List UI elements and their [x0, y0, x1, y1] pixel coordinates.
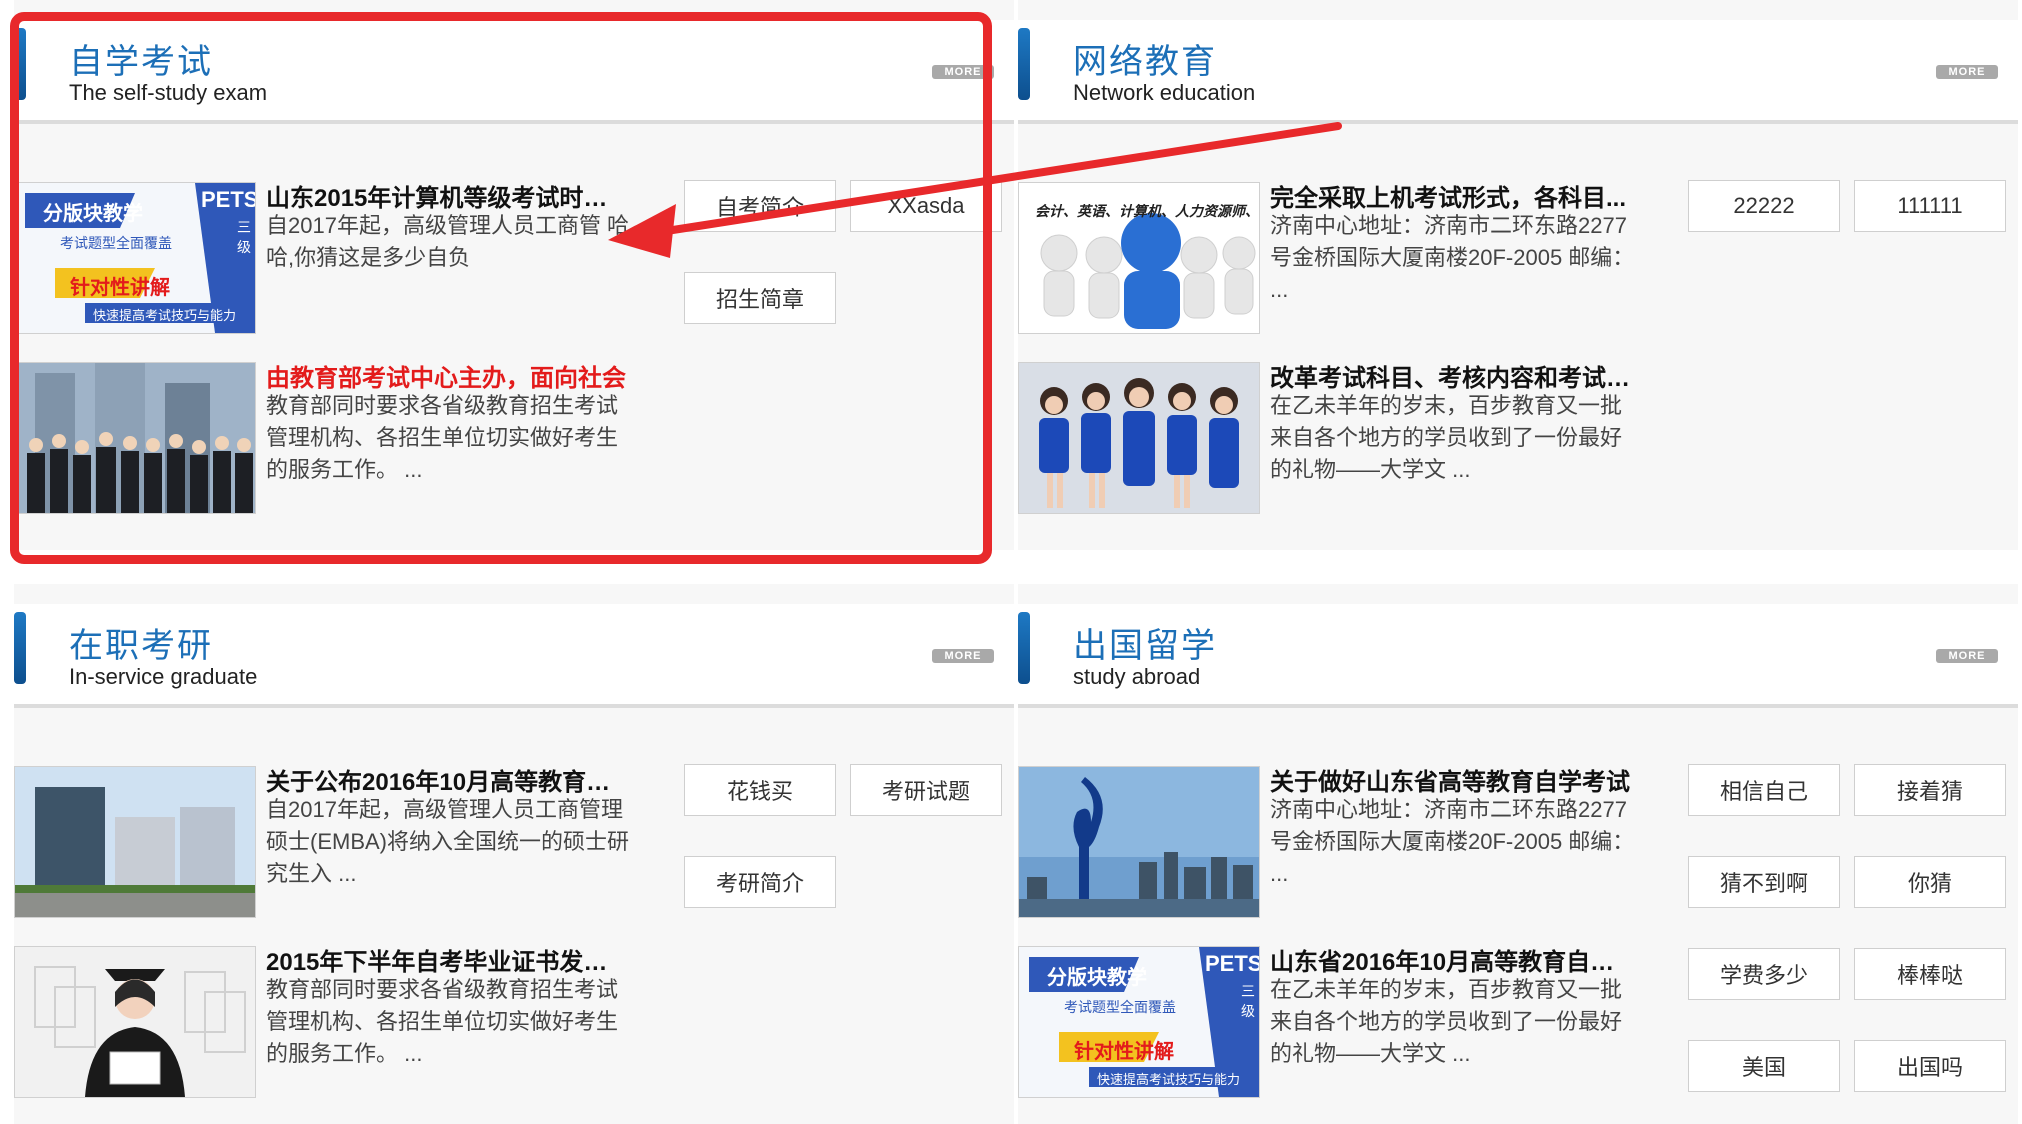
news-desc: 济南中心地址：济南市二环东路2277号金桥国际大厦南楼20F-2005 邮编： …	[1270, 213, 1635, 302]
news-title[interactable]: 关于公布2016年10月高等教育自学考试	[266, 762, 626, 797]
section-in-service-graduate: 在职考研 In-service graduate MORE 关于公布2016年1…	[14, 584, 1014, 1124]
link-button[interactable]: XXasda	[850, 180, 1002, 232]
link-button[interactable]: 学费多少	[1688, 948, 1840, 1000]
link-button[interactable]: 111111	[1854, 180, 2006, 232]
section-self-study: 自学考试 The self-study exam MORE 分版块教学 考试题型…	[14, 0, 1014, 550]
news-item[interactable]: 关于公布2016年10月高等教育自学考试 自2017年起，高级管理人员工商管理硕…	[14, 766, 674, 921]
graduate-image[interactable]	[14, 946, 256, 1098]
link-button[interactable]: 自考简介	[684, 180, 836, 232]
link-button[interactable]: 接着猜	[1854, 764, 2006, 816]
link-button[interactable]: 你猜	[1854, 856, 2006, 908]
section-accent-bar	[14, 28, 26, 100]
link-button[interactable]: 猜不到啊	[1688, 856, 1840, 908]
news-title[interactable]: 改革考试科目、考核内容和考试方式	[1270, 358, 1630, 393]
section-header: 自学考试 The self-study exam MORE	[14, 20, 1014, 124]
banner-badge: PETS	[201, 187, 256, 212]
pets-banner-image[interactable]: 分版块教学 考试题型全面覆盖 针对性讲解 快速提高考试技巧与能力 PETS 三级	[1018, 946, 1260, 1098]
news-item[interactable]: 改革考试科目、考核内容和考试方式 在乙未羊年的岁末，百步教育又一批来自各个地方的…	[1018, 362, 1678, 517]
banner-text: 针对性讲解	[1074, 1041, 1174, 1063]
section-header: 在职考研 In-service graduate MORE	[14, 604, 1014, 708]
news-desc: 在乙未羊年的岁末，百步教育又一批来自各个地方的学员收到了一份最好的礼物——大学文…	[1270, 977, 1623, 1066]
banner-text: 快速提高考试技巧与能力	[93, 308, 237, 323]
link-button[interactable]: 考研简介	[684, 856, 836, 908]
section-subtitle: In-service graduate	[69, 664, 258, 689]
banner-badge-sub: 三级	[1241, 983, 1255, 1019]
banner-text: 快速提高考试技巧与能力	[1097, 1072, 1241, 1087]
news-title[interactable]: 山东省2016年10月高等教育自学考试	[1270, 942, 1630, 977]
section-network-education: 网络教育 Network education MORE 会计、英语、计算机、人力…	[1018, 0, 2018, 550]
city-landmark-image[interactable]	[1018, 766, 1260, 918]
banner-text: 会计、英语、计算机、人力资源师、	[1035, 203, 1259, 219]
link-button[interactable]: 考研试题	[850, 764, 1002, 816]
news-item[interactable]: 由教育部考试中心主办，面向社会 教育部同时要求各省级教育招生考试管理机构、各招生…	[14, 362, 674, 517]
section-accent-bar	[14, 612, 26, 684]
section-accent-bar	[1018, 612, 1030, 684]
section-subtitle: Network education	[1073, 80, 1256, 105]
building-image[interactable]	[14, 766, 256, 918]
news-item[interactable]: 2015年下半年自考毕业证书发放通知 教育部同时要求各省级教育招生考试管理机构、…	[14, 946, 674, 1101]
link-button[interactable]: 花钱买	[684, 764, 836, 816]
news-desc: 自2017年起，高级管理人员工商管理硕士(EMBA)将纳入全国统一的硕士研究生入…	[266, 797, 630, 886]
section-subtitle: study abroad	[1073, 664, 1201, 689]
link-button[interactable]: 22222	[1688, 180, 1840, 232]
banner-text: 考试题型全面覆盖	[60, 235, 172, 251]
news-item[interactable]: 分版块教学 考试题型全面覆盖 针对性讲解 快速提高考试技巧与能力 PETS 三级…	[14, 182, 674, 337]
banner-text: 针对性讲解	[70, 277, 170, 299]
section-title: 在职考研	[69, 627, 213, 665]
news-desc: 教育部同时要求各省级教育招生考试管理机构、各招生单位切实做好考生的服务工作。 .…	[266, 977, 619, 1066]
figures-image[interactable]: 会计、英语、计算机、人力资源师、	[1018, 182, 1260, 334]
link-button[interactable]: 出国吗	[1854, 1040, 2006, 1092]
section-title: 出国留学	[1073, 627, 1217, 665]
news-desc: 在乙未羊年的岁末，百步教育又一批来自各个地方的学员收到了一份最好的礼物——大学文…	[1270, 393, 1623, 482]
banner-text: 分版块教学	[43, 203, 143, 225]
link-button[interactable]: 美国	[1688, 1040, 1840, 1092]
section-title: 自学考试	[69, 43, 213, 81]
section-header: 出国留学 study abroad MORE	[1018, 604, 2018, 708]
news-desc: 济南中心地址：济南市二环东路2277号金桥国际大厦南楼20F-2005 邮编： …	[1270, 797, 1635, 886]
more-button[interactable]: MORE	[932, 649, 994, 663]
news-item[interactable]: 分版块教学 考试题型全面覆盖 针对性讲解 快速提高考试技巧与能力 PETS 三级…	[1018, 946, 1678, 1101]
news-title[interactable]: 关于做好山东省高等教育自学考试	[1270, 762, 1630, 797]
group-photo-image[interactable]	[1018, 362, 1260, 514]
section-accent-bar	[1018, 28, 1030, 100]
business-team-image[interactable]	[14, 362, 256, 514]
news-item[interactable]: 会计、英语、计算机、人力资源师、 完全采取上机考试形式，各科目... 济南中心地…	[1018, 182, 1678, 337]
link-button[interactable]: 相信自己	[1688, 764, 1840, 816]
section-subtitle: The self-study exam	[69, 80, 268, 105]
news-desc: 自2017年起，高级管理人员工商管 哈哈,你猜这是多少自负	[266, 213, 630, 270]
more-button[interactable]: MORE	[1936, 649, 1998, 663]
banner-badge-sub: 三级	[237, 219, 251, 255]
more-button[interactable]: MORE	[932, 65, 994, 79]
news-desc: 教育部同时要求各省级教育招生考试管理机构、各招生单位切实做好考生的服务工作。 .…	[266, 393, 619, 482]
pets-banner-image[interactable]: 分版块教学 考试题型全面覆盖 针对性讲解 快速提高考试技巧与能力 PETS 三级	[14, 182, 256, 334]
banner-badge: PETS	[1205, 951, 1260, 976]
banner-text: 考试题型全面覆盖	[1064, 999, 1176, 1015]
news-title[interactable]: 山东2015年计算机等级考试时间安排	[266, 178, 626, 213]
news-title[interactable]: 2015年下半年自考毕业证书发放通知	[266, 942, 626, 977]
section-title: 网络教育	[1073, 43, 1217, 81]
link-button[interactable]: 棒棒哒	[1854, 948, 2006, 1000]
section-header: 网络教育 Network education MORE	[1018, 20, 2018, 124]
banner-text: 分版块教学	[1047, 967, 1147, 989]
news-title[interactable]: 完全采取上机考试形式，各科目...	[1270, 178, 1630, 213]
more-button[interactable]: MORE	[1936, 65, 1998, 79]
link-button[interactable]: 招生简章	[684, 272, 836, 324]
news-item[interactable]: 关于做好山东省高等教育自学考试 济南中心地址：济南市二环东路2277号金桥国际大…	[1018, 766, 1678, 921]
section-study-abroad: 出国留学 study abroad MORE 关于做好山东省高等教育自学考试 济…	[1018, 584, 2018, 1124]
news-title[interactable]: 由教育部考试中心主办，面向社会	[266, 358, 626, 393]
